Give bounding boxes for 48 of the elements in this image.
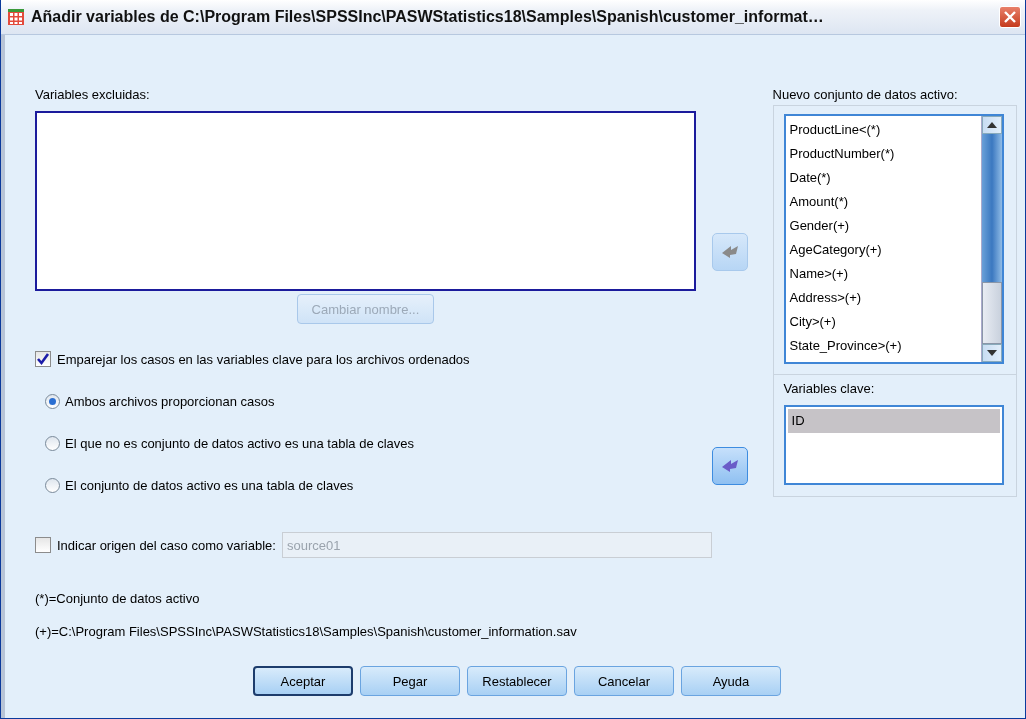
list-item[interactable]: State_Province>(+) bbox=[789, 334, 977, 358]
radio-button[interactable] bbox=[45, 435, 60, 451]
arrow-icon bbox=[720, 459, 739, 473]
arrow-icon bbox=[720, 245, 739, 259]
dialog-button[interactable]: Pegar bbox=[360, 666, 460, 696]
radio-button[interactable] bbox=[45, 477, 60, 493]
close-icon bbox=[1003, 10, 1017, 24]
radio-label: Ambos archivos proporcionan casos bbox=[65, 393, 275, 409]
list-item[interactable]: ProductLine<(*) bbox=[789, 118, 977, 142]
list-item[interactable]: Address>(+) bbox=[789, 286, 977, 310]
check-icon bbox=[36, 352, 50, 366]
radio-label: El que no es conjunto de datos activo es una tabla de claves bbox=[65, 435, 415, 451]
list-item[interactable]: Date(*) bbox=[789, 166, 977, 190]
excluded-list[interactable] bbox=[35, 111, 696, 291]
footnote: (+)=C:\Program Files\SPSSInc\PASWStatistics18\Samples\Spanish\customer_information.sav bbox=[35, 623, 578, 641]
scroll-thumb[interactable] bbox=[982, 282, 1002, 344]
scroll-down-button[interactable] bbox=[982, 344, 1002, 362]
up-arrow-icon bbox=[987, 122, 997, 128]
scrollbar[interactable] bbox=[981, 116, 1002, 362]
list-label: Variables clave: bbox=[783, 380, 876, 398]
checkbox-label: Indicar origen del caso como variable: bbox=[57, 537, 276, 553]
radio-button[interactable] bbox=[45, 393, 60, 409]
move-button[interactable] bbox=[711, 447, 748, 485]
scroll-up-button[interactable] bbox=[982, 116, 1002, 134]
window-title: Añadir variables de C:\Program Files\SPSSInc\PASWStatistics18\Samples\Spanish\customer_informat… bbox=[31, 8, 825, 26]
list-item[interactable]: Amount(*) bbox=[789, 190, 977, 214]
dialog-button[interactable]: Ayuda bbox=[681, 666, 781, 696]
list-item[interactable]: Name>(+) bbox=[789, 262, 977, 286]
checkbox-label: Emparejar los casos en las variables clave para los archivos ordenados bbox=[57, 351, 470, 367]
list-label: Nuevo conjunto de datos activo: bbox=[772, 86, 959, 104]
list-item[interactable]: AgeCategory(+) bbox=[789, 238, 977, 262]
table-icon bbox=[7, 8, 25, 26]
close-button[interactable] bbox=[999, 6, 1021, 28]
key-variables-list[interactable]: ID bbox=[783, 405, 1004, 485]
list-item[interactable]: City>(+) bbox=[789, 310, 977, 334]
footnote: (*)=Conjunto de datos activo bbox=[35, 590, 201, 608]
radio-label: El conjunto de datos activo es una tabla de claves bbox=[65, 477, 354, 493]
list-label: Variables excluidas: bbox=[35, 86, 151, 104]
list-item[interactable]: ID bbox=[787, 409, 1000, 433]
down-arrow-icon bbox=[987, 350, 997, 356]
checkbox[interactable] bbox=[35, 351, 51, 367]
dialog-button[interactable]: Aceptar bbox=[253, 666, 353, 696]
checkbox[interactable] bbox=[35, 537, 51, 553]
dialog-button[interactable]: Cancelar bbox=[574, 666, 674, 696]
list-item[interactable]: Gender(+) bbox=[789, 214, 977, 238]
list-item[interactable]: ProductNumber(*) bbox=[789, 142, 977, 166]
dialog-button[interactable]: Restablecer bbox=[467, 666, 567, 696]
active-dataset-list[interactable]: ProductLine<(*) ProductNumber(*) Date(*) Amount(*) Gender(+) AgeCategory(+) Name>(+) Address>(+) City>(+) State_Province>(+) bbox=[783, 114, 1004, 364]
